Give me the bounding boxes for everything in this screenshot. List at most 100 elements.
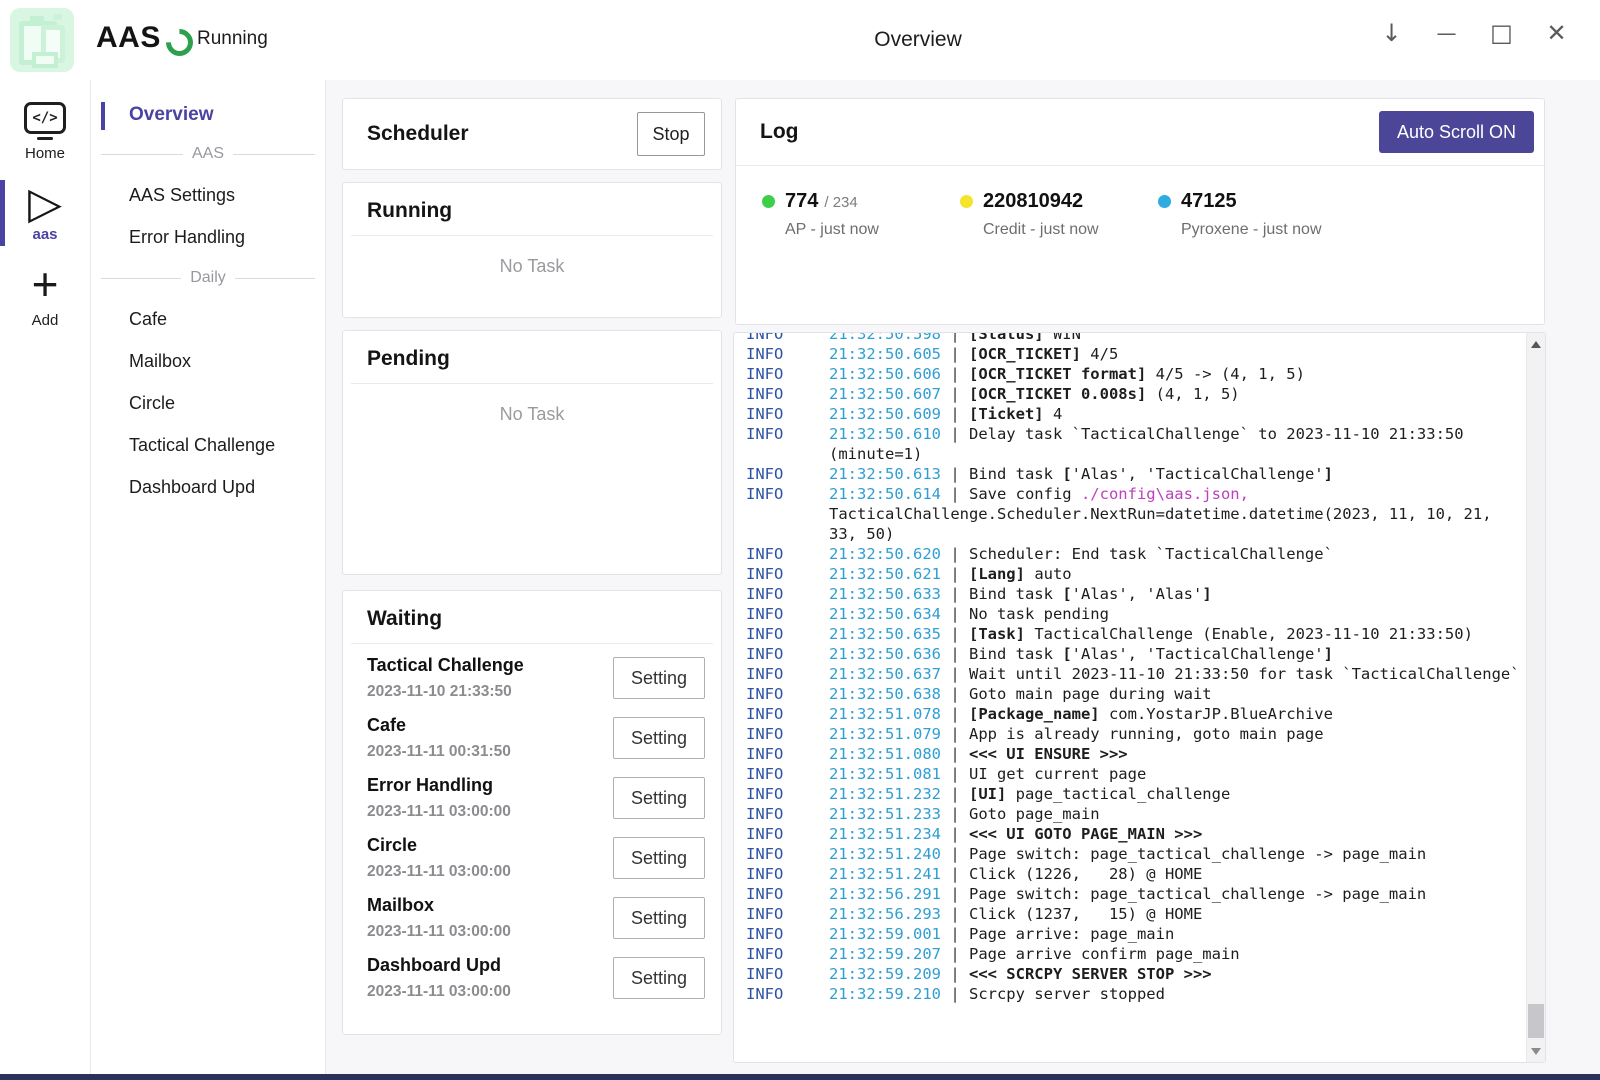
log-message: Click (1226, 28) @ HOME [969, 865, 1202, 883]
log-message-segment: [Task] [969, 625, 1025, 643]
log-message-segment: [UI] [969, 785, 1006, 803]
log-level: INFO [746, 484, 783, 504]
log-stat: 774/ 234AP - just now [762, 190, 934, 239]
log-message: [OCR_TICKET] 4/5 [969, 345, 1118, 363]
log-message-segment: Bind task [969, 585, 1062, 603]
title-bar: AAS Running Overview ↓ — □ ✕ [0, 0, 1600, 80]
task-next-run: 2023-11-11 03:00:00 [367, 983, 613, 1001]
log-message-segment: [OCR_TICKET format] [969, 365, 1146, 383]
task-setting-button[interactable]: Setting [613, 837, 705, 879]
rail-item-aas[interactable]: ▷ aas [0, 182, 90, 243]
log-message-segment: [OCR_TICKET 0.008s] [969, 385, 1146, 403]
log-level: INFO [746, 824, 783, 844]
log-message-segment: [ [1062, 645, 1071, 663]
pending-empty-text: No Task [343, 404, 721, 425]
sidebar-item-aas-settings[interactable]: AAS Settings [129, 174, 325, 216]
log-message-segment: Save config [969, 485, 1081, 503]
log-scrollbar[interactable] [1526, 333, 1545, 1062]
home-icon: </> [24, 102, 66, 134]
log-message: Page arrive: page_main [969, 925, 1174, 943]
scroll-up-arrow-icon[interactable] [1527, 335, 1545, 353]
log-message-segment: WIN [1044, 332, 1081, 343]
log-stats: 774/ 234AP - just now220810942Credit - j… [736, 166, 1544, 239]
stat-value-row: 774/ 234 [785, 190, 879, 213]
log-level: INFO [746, 624, 783, 644]
sidebar-item-dashboard-upd[interactable]: Dashboard Upd [129, 466, 325, 508]
log-timestamp: 21:32:50.636 [829, 645, 941, 663]
log-separator: | [941, 685, 969, 703]
scroll-down-arrow-icon[interactable] [1527, 1042, 1545, 1060]
maximize-icon[interactable]: □ [1474, 10, 1529, 56]
log-line: INFO21:32:50.635 | [Task] TacticalChalle… [734, 624, 1526, 644]
stat-dot-icon [1158, 195, 1171, 208]
task-name: Error Handling [367, 775, 613, 796]
log-message-segment: 4/5 [1081, 345, 1118, 363]
log-separator: | [941, 665, 969, 683]
log-message-segment: UI get current page [969, 765, 1146, 783]
log-message: App is already running, goto main page [969, 725, 1324, 743]
waiting-title: Waiting [367, 607, 721, 631]
task-next-run: 2023-11-10 21:33:50 [367, 683, 613, 701]
task-setting-button[interactable]: Setting [613, 657, 705, 699]
log-message-segment: 'Alas', 'TacticalChallenge' [1072, 645, 1324, 663]
log-line: INFO21:32:50.620 | Scheduler: End task `… [734, 544, 1526, 564]
log-message: Bind task ['Alas', 'Alas'] [969, 585, 1212, 603]
sidebar-item-cafe[interactable]: Cafe [129, 298, 325, 340]
log-timestamp: 21:32:50.605 [829, 345, 941, 363]
log-timestamp: 21:32:50.598 [829, 332, 941, 343]
sidebar-item-mailbox[interactable]: Mailbox [129, 340, 325, 382]
sidebar-groups: AASAAS SettingsError HandlingDailyCafeMa… [91, 134, 325, 508]
log-level: INFO [746, 944, 783, 964]
scrollbar-thumb[interactable] [1528, 1004, 1544, 1038]
sidebar-item-circle[interactable]: Circle [129, 382, 325, 424]
close-icon[interactable]: ✕ [1529, 10, 1584, 56]
update-arrow-icon[interactable]: ↓ [1364, 10, 1419, 56]
main-content: Scheduler Stop Running No Task Pending N… [326, 80, 1600, 1074]
log-output-panel[interactable]: INFO21:32:50.598 | [Status] WININFO21:32… [733, 332, 1546, 1063]
log-message-segment: [OCR_TICKET] [969, 345, 1081, 363]
app-logo-icon [10, 8, 74, 72]
running-title: Running [367, 199, 721, 223]
stat-value: 220810942 [983, 190, 1083, 213]
log-timestamp: 21:32:50.621 [829, 565, 941, 583]
task-setting-button[interactable]: Setting [613, 777, 705, 819]
log-level: INFO [746, 804, 783, 824]
rail-item-home[interactable]: </> Home [0, 102, 90, 162]
log-line: INFO21:32:59.210 | Scrcpy server stopped [734, 984, 1526, 1004]
stat-dot-icon [762, 195, 775, 208]
log-line: INFO21:32:50.621 | [Lang] auto [734, 564, 1526, 584]
rail-item-add[interactable]: + Add [0, 261, 90, 329]
play-icon: ▷ [0, 182, 90, 226]
auto-scroll-button[interactable]: Auto Scroll ON [1379, 111, 1534, 153]
log-message-segment: 4/5 -> (4, 1, 5) [1146, 365, 1305, 383]
task-setting-button[interactable]: Setting [613, 897, 705, 939]
log-message: <<< UI GOTO PAGE_MAIN >>> [969, 825, 1202, 843]
log-message-segment: [Ticket] [969, 405, 1044, 423]
logo-phone-button-shape [53, 14, 62, 20]
log-line: INFO21:32:51.233 | Goto page_main [734, 804, 1526, 824]
stop-button[interactable]: Stop [637, 112, 705, 156]
sidebar-item-overview[interactable]: Overview [129, 104, 325, 134]
log-timestamp: 21:32:50.609 [829, 405, 941, 423]
log-line: INFO21:32:59.209 | <<< SCRCPY SERVER STO… [734, 964, 1526, 984]
left-rail: </> Home ▷ aas + Add [0, 80, 91, 1074]
log-level: INFO [746, 924, 783, 944]
minimize-icon[interactable]: — [1419, 10, 1474, 56]
log-separator: | [941, 485, 969, 503]
log-message: Scrcpy server stopped [969, 985, 1165, 1003]
log-message-segment: (4, 1, 5) [1146, 385, 1239, 403]
log-separator: | [941, 425, 969, 443]
sidebar-group-label: AAS [192, 145, 224, 163]
task-info: Error Handling2023-11-11 03:00:00 [367, 775, 613, 821]
sidebar-item-tactical-challenge[interactable]: Tactical Challenge [129, 424, 325, 466]
pending-card: Pending No Task [342, 330, 722, 575]
task-setting-button[interactable]: Setting [613, 957, 705, 999]
log-line: INFO21:32:50.605 | [OCR_TICKET] 4/5 [734, 344, 1526, 364]
log-line: INFO21:32:50.634 | No task pending [734, 604, 1526, 624]
task-setting-button[interactable]: Setting [613, 717, 705, 759]
sidebar-item-error-handling[interactable]: Error Handling [129, 216, 325, 258]
scheduler-title: Scheduler [367, 122, 637, 146]
log-timestamp: 21:32:56.291 [829, 885, 941, 903]
log-line: INFO21:32:51.080 | <<< UI ENSURE >>> [734, 744, 1526, 764]
log-stat: 47125Pyroxene - just now [1158, 190, 1330, 239]
